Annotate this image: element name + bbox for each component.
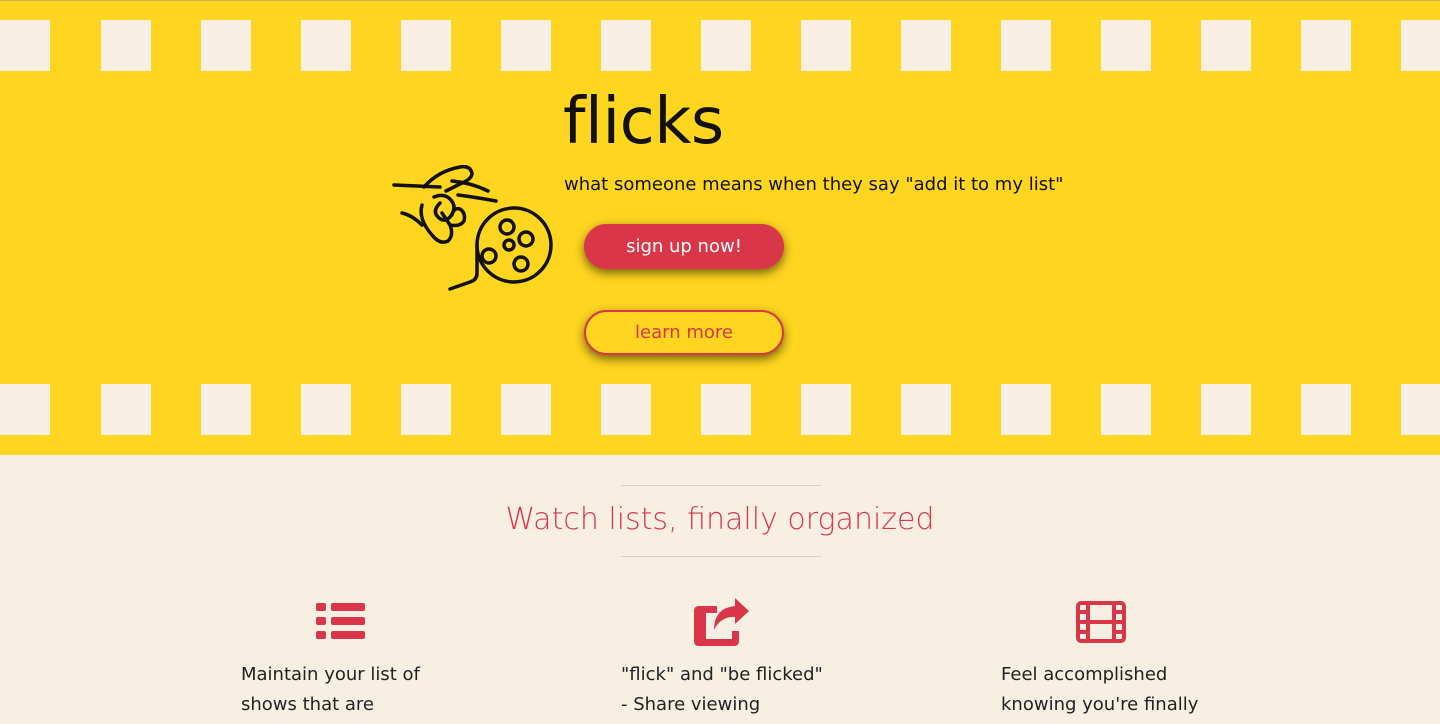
film-hole bbox=[1001, 20, 1051, 71]
film-hole bbox=[701, 384, 751, 435]
section-title: Watch lists, finally organized bbox=[505, 502, 935, 537]
film-hole bbox=[301, 384, 351, 435]
film-icon bbox=[1075, 596, 1127, 648]
sign-up-button[interactable]: sign up now! bbox=[584, 224, 784, 269]
film-hole bbox=[201, 384, 251, 435]
film-hole bbox=[901, 20, 951, 71]
film-hole bbox=[901, 384, 951, 435]
film-hole bbox=[1201, 20, 1251, 71]
film-hole bbox=[301, 20, 351, 71]
section-divider-bottom bbox=[621, 556, 821, 557]
film-hole bbox=[601, 20, 651, 71]
film-hole bbox=[401, 20, 451, 71]
film-hole bbox=[101, 384, 151, 435]
film-hole bbox=[1101, 20, 1151, 71]
film-hole bbox=[801, 384, 851, 435]
film-hole bbox=[1301, 20, 1351, 71]
film-hole bbox=[501, 20, 551, 71]
feature-text: "flick" and "be flicked" - Share viewing bbox=[621, 664, 823, 715]
film-hole bbox=[1101, 384, 1151, 435]
film-strip-top bbox=[0, 20, 1440, 71]
hand-flicking-film-reel-icon bbox=[392, 164, 554, 293]
film-strip-bottom bbox=[0, 384, 1440, 435]
hero-top-border bbox=[0, 0, 1440, 1]
film-hole bbox=[1201, 384, 1251, 435]
feature-text: Feel accomplished knowing you're finally bbox=[1001, 664, 1199, 715]
share-icon bbox=[691, 596, 751, 648]
hero-section: flicks what someone means when they say … bbox=[0, 0, 1440, 455]
film-hole bbox=[601, 384, 651, 435]
brand-title: flicks bbox=[563, 85, 724, 159]
feature-text: Maintain your list of shows that are bbox=[241, 664, 420, 715]
section-divider-top bbox=[621, 485, 821, 486]
film-hole bbox=[501, 384, 551, 435]
film-hole bbox=[1001, 384, 1051, 435]
film-hole bbox=[1401, 384, 1440, 435]
film-hole bbox=[201, 20, 251, 71]
film-hole bbox=[0, 20, 50, 71]
film-hole bbox=[701, 20, 751, 71]
film-hole bbox=[0, 384, 50, 435]
learn-more-button[interactable]: learn more bbox=[584, 310, 784, 355]
film-hole bbox=[1301, 384, 1351, 435]
film-hole bbox=[401, 384, 451, 435]
tagline: what someone means when they say "add it… bbox=[564, 174, 1064, 195]
film-hole bbox=[101, 20, 151, 71]
landing-page: flicks what someone means when they say … bbox=[0, 0, 1440, 724]
film-hole bbox=[1401, 20, 1440, 71]
list-icon bbox=[315, 596, 367, 648]
film-hole bbox=[801, 20, 851, 71]
